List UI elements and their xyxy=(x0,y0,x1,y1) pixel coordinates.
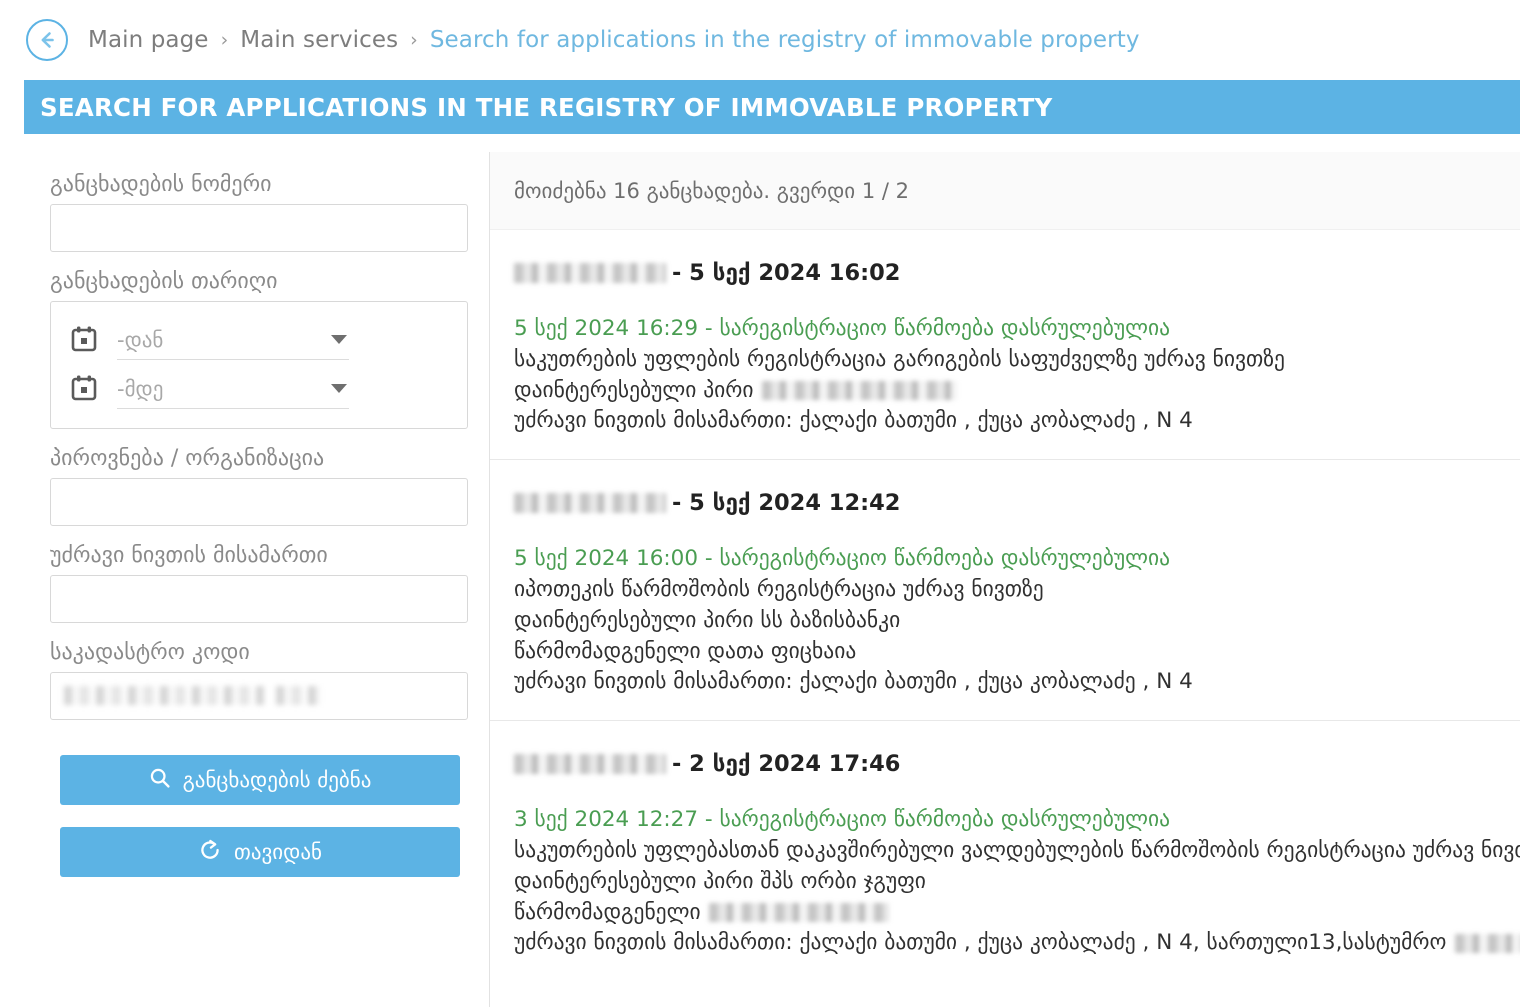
breadcrumb-bar: Main page › Main services › Search for a… xyxy=(0,0,1520,80)
breadcrumb-item-current[interactable]: Search for applications in the registry … xyxy=(430,27,1140,53)
redacted-applicant-name xyxy=(514,754,666,775)
chevron-down-icon xyxy=(331,334,347,344)
result-detail-line: უძრავი ნივთის მისამართი: ქალაქი ბათუმი ,… xyxy=(514,928,1520,959)
redacted-value xyxy=(709,903,890,923)
search-icon xyxy=(149,767,171,794)
breadcrumb-separator-2: › xyxy=(410,29,418,51)
property-address-input[interactable] xyxy=(50,575,468,623)
result-item[interactable]: - 5 სექ 2024 12:42 5 სექ 2024 16:00 - სა… xyxy=(490,460,1520,722)
result-detail-line: დაინტერესებული პირი xyxy=(514,376,1496,407)
page-body: განცხადების ნომერი განცხადების თარიღი -დ… xyxy=(0,152,1520,1007)
result-detail-text: უძრავი ნივთის მისამართი: ქალაქი ბათუმი ,… xyxy=(514,930,1447,956)
result-detail-line: დაინტერესებული პირი სს ბაზისბანკი xyxy=(514,607,901,633)
redacted-value xyxy=(1455,933,1520,953)
result-detail-line: წარმომადგენელი xyxy=(514,898,1496,929)
date-to-row: -მდე xyxy=(69,365,449,414)
breadcrumb-separator-1: › xyxy=(220,29,229,51)
date-to-select[interactable]: -მდე xyxy=(117,371,349,409)
result-item[interactable]: - 2 სექ 2024 17:46 3 სექ 2024 12:27 - სა… xyxy=(490,721,1520,981)
reset-button-label: თავიდან xyxy=(234,840,322,864)
chevron-down-icon xyxy=(331,383,347,393)
result-title: - 5 სექ 2024 12:42 xyxy=(514,490,1496,516)
result-title-date: - 5 სექ 2024 16:02 xyxy=(672,260,901,286)
redacted-value xyxy=(276,686,321,705)
results-summary-bar: მოიძებნა 16 განცხადება. გვერდი 1 / 2 xyxy=(490,152,1520,230)
refresh-icon xyxy=(198,838,222,867)
search-filter-sidebar: განცხადების ნომერი განცხადების თარიღი -დ… xyxy=(0,152,490,1007)
result-detail-line: იპოთეკის წარმოშობის რეგისტრაცია უძრავ ნი… xyxy=(514,577,1044,603)
date-from-row: -დან xyxy=(69,316,449,365)
application-number-input[interactable] xyxy=(50,204,468,252)
result-status-link[interactable]: 5 სექ 2024 16:00 - სარეგისტრაციო წარმოებ… xyxy=(514,546,1496,571)
result-detail-line: უძრავი ნივთის მისამართი: ქალაქი ბათუმი ,… xyxy=(514,408,1193,434)
result-title: - 5 სექ 2024 16:02 xyxy=(514,260,1496,286)
breadcrumb-item-main-services[interactable]: Main services xyxy=(240,27,398,53)
result-status-link[interactable]: 5 სექ 2024 16:29 - სარეგისტრაციო წარმოებ… xyxy=(514,316,1496,341)
search-button-label: განცხადების ძებნა xyxy=(182,768,372,792)
application-date-label: განცხადების თარიღი xyxy=(50,269,278,294)
redacted-applicant-name xyxy=(514,263,666,283)
calendar-icon[interactable] xyxy=(69,373,99,407)
person-organization-label: პიროვნება / ორგანიზაცია xyxy=(50,446,325,471)
result-item[interactable]: - 5 სექ 2024 16:02 5 სექ 2024 16:29 - სა… xyxy=(490,230,1520,461)
result-detail-text: დაინტერესებული პირი xyxy=(514,377,754,403)
result-detail-line: საკუთრების უფლების რეგისტრაცია გარიგების… xyxy=(514,347,1285,372)
result-detail-line: უძრავი ნივთის მისამართი: ქალაქი ბათუმი ,… xyxy=(514,669,1193,695)
cadastral-code-field xyxy=(50,672,468,720)
redacted-applicant-name xyxy=(514,493,666,514)
page-title: SEARCH FOR APPLICATIONS IN THE REGISTRY … xyxy=(40,92,1053,122)
application-date-range: -დან -მდე xyxy=(50,301,468,429)
result-detail-line: დაინტერესებული პირი შპს ორბი ჯგუფი xyxy=(514,868,926,894)
results-panel: მოიძებნა 16 განცხადება. გვერდი 1 / 2 - 5… xyxy=(490,152,1520,1007)
date-to-placeholder: -მდე xyxy=(117,377,164,401)
cadastral-code-label: საკადასტრო კოდი xyxy=(50,640,250,665)
redacted-value xyxy=(762,381,958,401)
result-title: - 2 სექ 2024 17:46 xyxy=(514,751,1496,777)
result-detail-text: წარმომადგენელი xyxy=(514,899,701,925)
result-detail-line: საკუთრების უფლებასთან დაკავშირებული ვალდ… xyxy=(514,838,1520,864)
application-number-label: განცხადების ნომერი xyxy=(50,172,272,197)
page-banner: SEARCH FOR APPLICATIONS IN THE REGISTRY … xyxy=(24,80,1520,134)
redacted-value xyxy=(64,686,264,705)
result-detail-line: წარმომადგენელი დათა ფიცხაია xyxy=(514,638,857,664)
person-organization-input[interactable] xyxy=(50,478,468,526)
date-from-select[interactable]: -დან xyxy=(117,322,349,360)
result-title-date: - 5 სექ 2024 12:42 xyxy=(672,490,901,517)
reset-button[interactable]: თავიდან xyxy=(60,827,460,877)
results-summary-text: მოიძებნა 16 განცხადება. გვერდი 1 / 2 xyxy=(514,178,909,203)
breadcrumb: Main page › Main services › Search for a… xyxy=(88,27,1140,53)
back-button[interactable] xyxy=(26,19,68,61)
property-address-label: უძრავი ნივთის მისამართი xyxy=(50,543,328,568)
breadcrumb-item-main-page[interactable]: Main page xyxy=(88,27,209,53)
result-status-link[interactable]: 3 სექ 2024 12:27 - სარეგისტრაციო წარმოებ… xyxy=(514,807,1496,832)
result-title-date: - 2 სექ 2024 17:46 xyxy=(672,751,901,778)
search-button[interactable]: განცხადების ძებნა xyxy=(60,755,460,805)
arrow-left-icon xyxy=(36,29,58,51)
calendar-icon[interactable] xyxy=(69,324,99,358)
date-from-placeholder: -დან xyxy=(117,328,164,352)
